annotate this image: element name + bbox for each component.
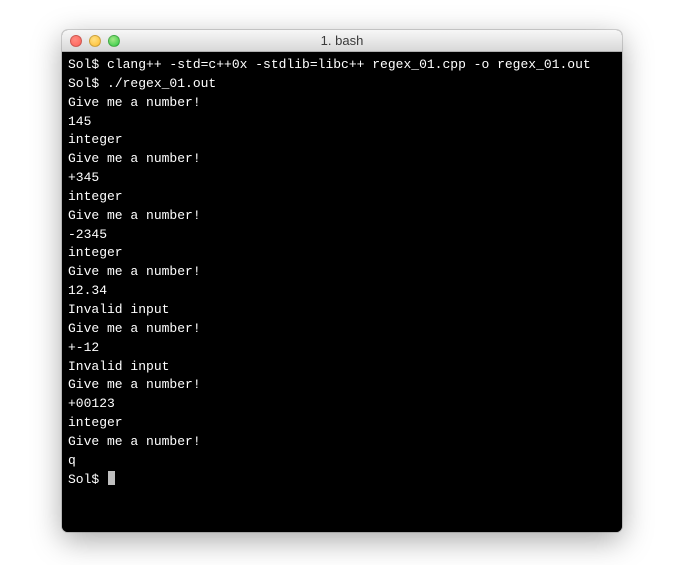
minimize-icon[interactable]: [89, 35, 101, 47]
terminal-line: +345: [68, 169, 616, 188]
terminal-line: -2345: [68, 226, 616, 245]
terminal-body[interactable]: Sol$ clang++ -std=c++0x -stdlib=libc++ r…: [62, 52, 622, 532]
cursor-icon: [108, 471, 115, 485]
terminal-line: Give me a number!: [68, 94, 616, 113]
terminal-line: integer: [68, 414, 616, 433]
terminal-line: +-12: [68, 339, 616, 358]
terminal-line: Sol$ clang++ -std=c++0x -stdlib=libc++ r…: [68, 56, 616, 75]
terminal-line: +00123: [68, 395, 616, 414]
terminal-line: Sol$: [68, 471, 616, 490]
prompt: Sol$: [68, 471, 107, 490]
close-icon[interactable]: [70, 35, 82, 47]
terminal-line: integer: [68, 244, 616, 263]
terminal-line: Give me a number!: [68, 150, 616, 169]
window-title: 1. bash: [62, 33, 622, 48]
terminal-line: Give me a number!: [68, 433, 616, 452]
terminal-line: Give me a number!: [68, 320, 616, 339]
terminal-line: integer: [68, 188, 616, 207]
terminal-line: Invalid input: [68, 358, 616, 377]
command-text: clang++ -std=c++0x -stdlib=libc++ regex_…: [107, 57, 591, 72]
command-text: ./regex_01.out: [107, 76, 216, 91]
titlebar: 1. bash: [62, 30, 622, 52]
zoom-icon[interactable]: [108, 35, 120, 47]
terminal-line: Give me a number!: [68, 376, 616, 395]
terminal-line: 145: [68, 113, 616, 132]
terminal-line: Give me a number!: [68, 263, 616, 282]
terminal-window: 1. bash Sol$ clang++ -std=c++0x -stdlib=…: [62, 30, 622, 532]
terminal-line: Sol$ ./regex_01.out: [68, 75, 616, 94]
terminal-line: 12.34: [68, 282, 616, 301]
terminal-line: Give me a number!: [68, 207, 616, 226]
terminal-line: q: [68, 452, 616, 471]
traffic-lights: [70, 35, 120, 47]
terminal-line: Invalid input: [68, 301, 616, 320]
prompt: Sol$: [68, 57, 107, 72]
prompt: Sol$: [68, 76, 107, 91]
terminal-line: integer: [68, 131, 616, 150]
